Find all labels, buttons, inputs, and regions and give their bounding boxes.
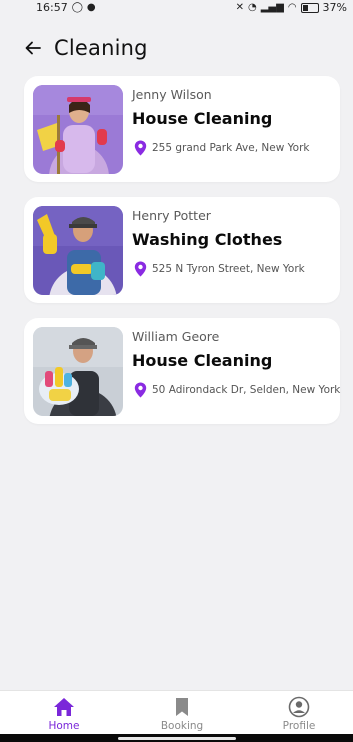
mute-icon: ✕ (235, 1, 244, 13)
provider-name: William Geore (132, 329, 220, 344)
location-pin-icon (134, 261, 147, 277)
page-title: Cleaning (54, 36, 148, 60)
bottom-nav: Home Booking Profile (0, 690, 353, 735)
cleaning-screen: 16:57 ◯ ● ✕ ◔ ▂▄▆ ◠ 37% Cleaning Jenny W… (0, 0, 353, 742)
provider-name: Jenny Wilson (132, 87, 212, 102)
battery-level: 37% (322, 1, 347, 14)
status-right: ✕ ◔ ▂▄▆ ◠ 37% (236, 1, 347, 14)
provider-name: Henry Potter (132, 208, 211, 223)
status-time: 16:57 (36, 1, 68, 14)
profile-icon (288, 696, 310, 718)
home-icon (54, 698, 74, 716)
wifi-icon: ◠ (287, 1, 297, 13)
location-pin-icon (134, 382, 147, 398)
arrow-left-icon[interactable] (24, 39, 42, 57)
status-left: 16:57 ◯ ● (36, 1, 96, 14)
alarm-icon: ◔ (248, 1, 257, 13)
listing-card[interactable]: William Geore House Cleaning 50 Adironda… (24, 318, 340, 424)
nav-home-label: Home (48, 720, 80, 732)
whatsapp-icon: ◯ (71, 1, 83, 13)
address-row: 255 grand Park Ave, New York (134, 140, 309, 156)
battery-icon (300, 2, 319, 13)
address-text: 255 grand Park Ave, New York (152, 142, 310, 154)
nav-profile[interactable]: Profile (264, 696, 334, 732)
home-indicator[interactable] (118, 737, 236, 740)
bookmark-icon (176, 698, 188, 716)
address-row: 50 Adirondack Dr, Selden, New York (134, 382, 340, 398)
address-text: 525 N Tyron Street, New York (152, 263, 305, 275)
location-pin-icon (134, 140, 147, 156)
address-row: 525 N Tyron Street, New York (134, 261, 305, 277)
signal-icon: ▂▄▆ (260, 1, 284, 13)
nav-home[interactable]: Home (29, 696, 99, 732)
status-bar: 16:57 ◯ ● ✕ ◔ ▂▄▆ ◠ 37% (0, 0, 353, 16)
header: Cleaning (24, 34, 148, 62)
service-title: House Cleaning (132, 351, 273, 370)
nav-booking-label: Booking (160, 720, 204, 732)
cleaner-with-gloves-photo (33, 206, 123, 295)
address-text: 50 Adirondack Dr, Selden, New York (152, 384, 341, 396)
cleaner-with-mop-photo (33, 85, 123, 174)
listing-card[interactable]: Jenny Wilson House Cleaning 255 grand Pa… (24, 76, 340, 182)
cleaner-with-supplies-photo (33, 327, 123, 416)
listing-card[interactable]: Henry Potter Washing Clothes 525 N Tyron… (24, 197, 340, 303)
nav-profile-label: Profile (282, 720, 316, 732)
nav-booking[interactable]: Booking (147, 696, 217, 732)
notification-icon: ● (86, 1, 96, 13)
service-title: House Cleaning (132, 109, 273, 128)
service-title: Washing Clothes (132, 230, 283, 249)
